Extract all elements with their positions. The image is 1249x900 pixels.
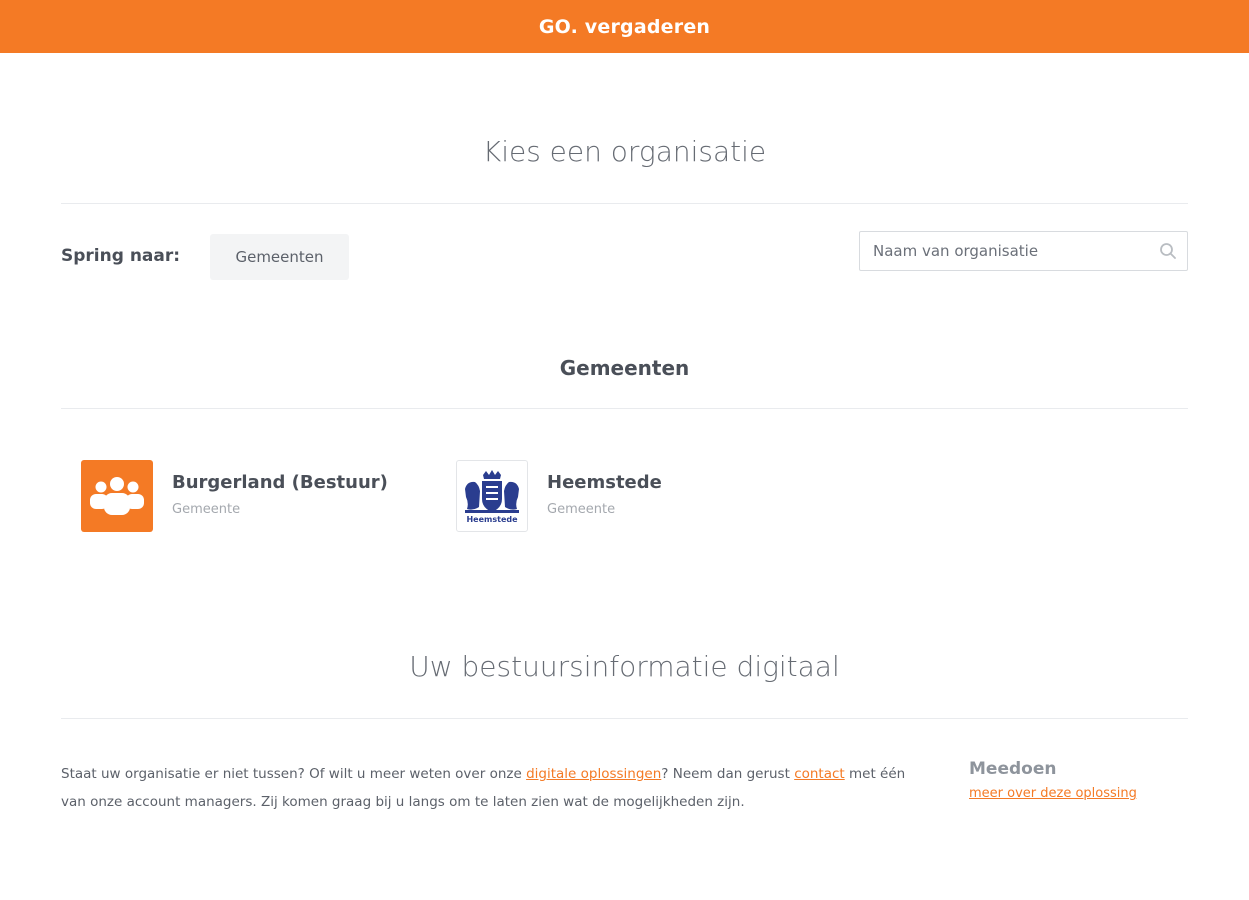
- org-logo: Heemstede: [456, 460, 528, 532]
- digital-solutions-link[interactable]: digitale oplossingen: [526, 766, 661, 782]
- section-title-gemeenten: Gemeenten: [559, 356, 690, 380]
- jump-gemeenten-button[interactable]: Gemeenten: [210, 234, 349, 280]
- search-icon[interactable]: [1159, 242, 1177, 260]
- search-input[interactable]: [860, 232, 1150, 270]
- contact-link[interactable]: contact: [794, 766, 845, 782]
- logo-text: Heemstede: [466, 515, 518, 524]
- group-icon: [90, 477, 144, 515]
- footer-text: Staat uw organisatie er niet tussen? Of …: [61, 760, 931, 816]
- search-box: [859, 231, 1188, 271]
- org-name: Burgerland (Bestuur): [172, 472, 388, 493]
- more-about-solution-link[interactable]: meer over deze oplossing: [969, 786, 1137, 801]
- footer-title: Uw bestuursinformatie digitaal: [409, 650, 840, 683]
- org-type: Gemeente: [547, 502, 616, 517]
- top-bar: GO. vergaderen: [0, 0, 1249, 53]
- org-logo: [81, 460, 153, 532]
- brand-link[interactable]: GO. vergaderen: [539, 16, 710, 38]
- join-title: Meedoen: [969, 759, 1057, 779]
- org-card-burgerland[interactable]: Burgerland (Bestuur) Gemeente: [81, 460, 391, 532]
- page-title: Kies een organisatie: [482, 135, 767, 168]
- divider: [61, 718, 1188, 719]
- org-card-heemstede[interactable]: Heemstede Heemstede Gemeente: [456, 460, 716, 532]
- jump-label: Spring naar:: [61, 246, 181, 266]
- org-name: Heemstede: [547, 472, 662, 493]
- org-type: Gemeente: [172, 502, 241, 517]
- footer-text-part: ? Neem dan gerust: [661, 766, 795, 782]
- divider: [61, 408, 1188, 409]
- footer-text-part: Staat uw organisatie er niet tussen? Of …: [61, 766, 527, 782]
- divider: [61, 203, 1188, 204]
